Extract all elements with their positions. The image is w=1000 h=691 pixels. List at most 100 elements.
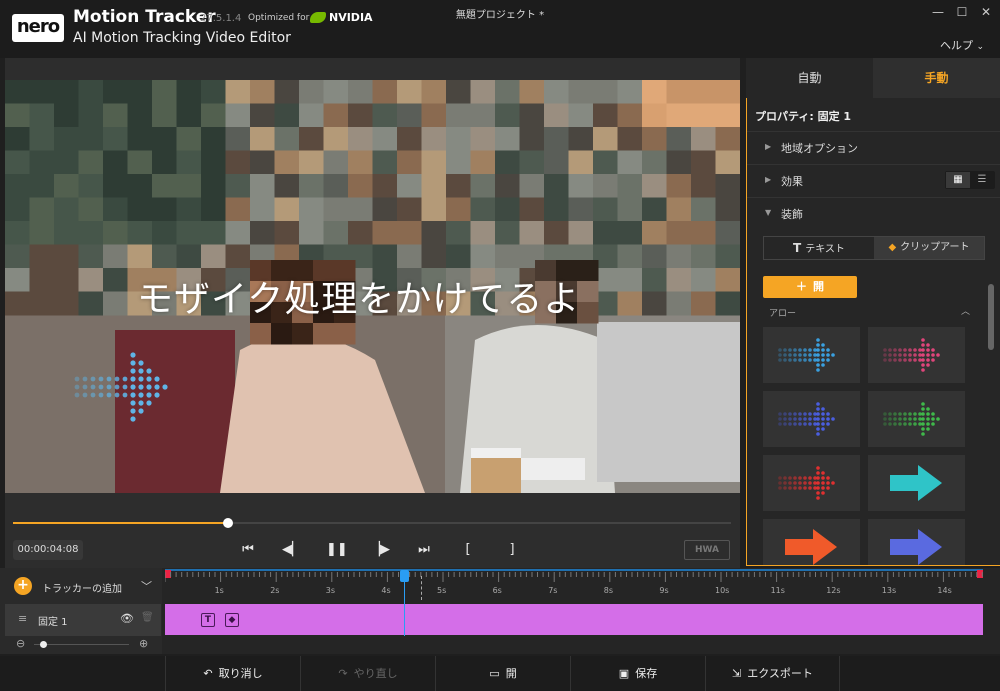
arrow-dot bbox=[154, 376, 160, 382]
tracker-clip[interactable] bbox=[165, 604, 983, 635]
save-label: 保存 bbox=[635, 667, 658, 680]
arrow-dot bbox=[788, 422, 792, 426]
arrow-dot bbox=[783, 481, 787, 485]
clipart-thumbnail[interactable] bbox=[868, 327, 965, 383]
arrow-dot bbox=[921, 407, 925, 411]
mosaic-tile bbox=[372, 244, 398, 269]
playhead-handle[interactable] bbox=[400, 570, 410, 582]
mosaic-tile bbox=[103, 221, 128, 245]
section-effects[interactable]: ▶ 効果 ▦ ☰ bbox=[747, 164, 1000, 196]
add-tracker-icon[interactable]: + bbox=[14, 577, 32, 595]
mosaic-tile bbox=[78, 80, 104, 104]
mosaic-tile bbox=[544, 80, 569, 104]
properties-panel: プロパティ: 固定 1 ▶ 地域オプション ▶ 効果 ▦ ☰ ▼ 装飾 T テキス… bbox=[746, 98, 1000, 566]
mosaic-tile bbox=[642, 244, 667, 269]
chevron-down-icon[interactable]: ﹀ bbox=[141, 578, 152, 594]
ruler-label: 14s bbox=[937, 586, 952, 595]
help-label: ヘルプ bbox=[940, 39, 973, 52]
arrow-dot bbox=[778, 358, 782, 362]
hwa-button[interactable]: HWA bbox=[684, 540, 730, 560]
arrow-dot bbox=[803, 476, 807, 480]
category-label: アロー bbox=[769, 309, 797, 319]
step-forward-button[interactable]: ▕▶ bbox=[370, 541, 390, 559]
maximize-button[interactable]: ☐ bbox=[952, 4, 972, 20]
arrow-dot bbox=[908, 348, 912, 352]
help-menu[interactable]: ヘルプ ⌄ bbox=[940, 37, 984, 53]
clipart-icon[interactable]: ◆ bbox=[225, 613, 239, 627]
arrow-dot bbox=[888, 422, 892, 426]
sliders-icon[interactable]: ☰ bbox=[970, 172, 994, 188]
timeline-ruler[interactable] bbox=[165, 570, 985, 600]
arrow-icon bbox=[778, 402, 835, 436]
undo-button[interactable]: ↶ 取り消し bbox=[165, 656, 300, 691]
add-tracker-label[interactable]: トラッカーの追加 bbox=[42, 580, 122, 595]
zoom-slider[interactable] bbox=[34, 644, 129, 645]
mosaic-tile bbox=[397, 103, 422, 128]
section-label: 効果 bbox=[781, 175, 803, 188]
zoom-out-icon[interactable]: ⊖ bbox=[16, 637, 25, 650]
pause-button[interactable]: ❚❚ bbox=[326, 541, 348, 559]
mosaic-tile bbox=[103, 291, 128, 316]
clipart-thumbnail[interactable] bbox=[763, 327, 860, 383]
mosaic-tile bbox=[568, 127, 594, 151]
arrow-dot bbox=[154, 392, 160, 398]
arrow-dot bbox=[778, 422, 782, 426]
mosaic-tile bbox=[519, 150, 545, 175]
tab-manual[interactable]: 手動 bbox=[873, 58, 1000, 98]
arrow-dot bbox=[122, 392, 128, 398]
grid-view-icon[interactable]: ▦ bbox=[946, 172, 970, 188]
open-button[interactable]: ▭ 開 bbox=[435, 656, 570, 691]
zoom-in-icon[interactable]: ⊕ bbox=[139, 637, 148, 650]
export-button[interactable]: ⇲ エクスポート bbox=[705, 656, 840, 691]
chevron-up-icon[interactable]: ︿ bbox=[961, 304, 970, 317]
section-decoration[interactable]: ▼ 装飾 bbox=[747, 197, 1000, 229]
zoom-slider-handle[interactable] bbox=[40, 641, 47, 648]
clipart-thumbnail[interactable] bbox=[868, 519, 965, 565]
mosaic-tile bbox=[29, 268, 55, 292]
clipart-thumbnail[interactable] bbox=[763, 391, 860, 447]
mosaic-tile bbox=[642, 268, 667, 292]
mosaic-tile bbox=[78, 221, 104, 245]
arrow-dot bbox=[146, 376, 152, 382]
clipart-thumbnail[interactable] bbox=[763, 519, 860, 565]
redo-button[interactable]: ↷ やり直し bbox=[300, 656, 435, 691]
close-button[interactable]: ✕ bbox=[976, 4, 996, 20]
video-caption-overlay[interactable]: モザイク処理をかけてるよ bbox=[137, 270, 580, 322]
open-clipart-button[interactable]: ＋開 bbox=[763, 276, 857, 298]
save-button[interactable]: ▣ 保存 bbox=[570, 656, 705, 691]
mosaic-tile bbox=[250, 221, 275, 245]
mosaic-tile bbox=[421, 244, 447, 269]
video-preview[interactable]: モザイク処理をかけてるよ bbox=[5, 80, 740, 493]
subtab-clipart[interactable]: ◆ クリップアート bbox=[874, 237, 984, 259]
minimize-button[interactable]: — bbox=[928, 4, 948, 20]
ruler-label: 7s bbox=[548, 586, 558, 595]
arrow-dot bbox=[903, 422, 907, 426]
clipart-thumbnail[interactable] bbox=[868, 391, 965, 447]
tab-auto[interactable]: 自動 bbox=[746, 58, 873, 98]
arrow-icon bbox=[785, 529, 837, 565]
subtab-text[interactable]: T テキスト bbox=[764, 237, 874, 259]
eye-icon[interactable]: 👁 bbox=[120, 612, 134, 625]
clipart-thumbnail[interactable] bbox=[763, 455, 860, 511]
arrow-dot bbox=[778, 476, 782, 480]
go-to-end-button[interactable]: ⏭ bbox=[414, 541, 434, 559]
go-to-start-button[interactable]: ⏮ bbox=[238, 541, 258, 559]
section-region-options[interactable]: ▶ 地域オプション bbox=[747, 131, 1000, 163]
track-row[interactable] bbox=[5, 604, 161, 636]
drag-handle-icon[interactable]: ≡ bbox=[18, 612, 27, 625]
arrow-dot bbox=[138, 408, 144, 414]
mosaic-tile bbox=[691, 244, 716, 269]
text-icon[interactable]: T bbox=[201, 613, 215, 627]
trash-icon[interactable]: 🗑 bbox=[141, 612, 154, 623]
mark-in-button[interactable]: [ bbox=[458, 541, 478, 559]
arrow-dot bbox=[903, 358, 907, 362]
scrollbar-thumb[interactable] bbox=[988, 284, 994, 350]
arrow-dot bbox=[808, 481, 812, 485]
arrow-dot bbox=[813, 353, 817, 357]
mosaic-tile bbox=[5, 174, 30, 198]
step-back-button[interactable]: ◀▏ bbox=[282, 541, 302, 559]
mark-out-button[interactable]: ] bbox=[502, 541, 522, 559]
mosaic-tile bbox=[470, 127, 496, 151]
clipart-thumbnail[interactable] bbox=[868, 455, 965, 511]
folder-icon: ▭ bbox=[489, 667, 500, 680]
